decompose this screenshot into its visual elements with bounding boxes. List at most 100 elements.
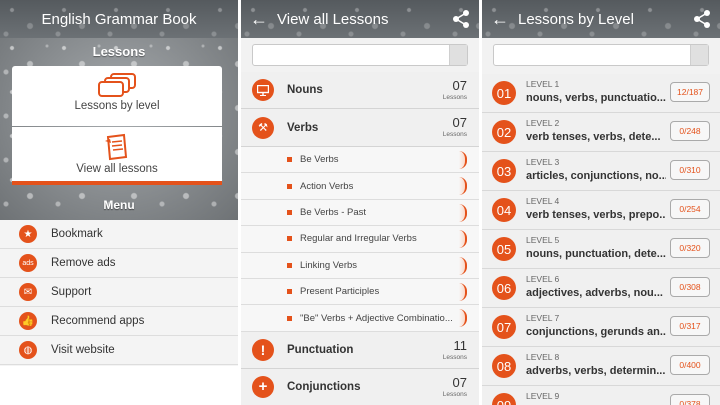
bullet-icon bbox=[287, 289, 292, 295]
share-icon[interactable] bbox=[451, 9, 471, 29]
bullet-icon bbox=[287, 236, 292, 242]
sublesson-name: Be Verbs - Past bbox=[300, 206, 367, 218]
level-row[interactable]: 07 LEVEL 7 conjunctions, gerunds an... 0/31… bbox=[482, 308, 720, 347]
sublesson-row[interactable]: Present Participles bbox=[241, 278, 479, 306]
search-button[interactable] bbox=[690, 45, 708, 65]
level-topics: adverbs, verbs, determin... bbox=[526, 365, 666, 377]
bullet-icon bbox=[287, 209, 292, 215]
sublesson-row[interactable]: Regular and Irregular Verbs bbox=[241, 226, 479, 253]
lessons-by-level-card[interactable]: Lessons by level bbox=[12, 66, 222, 126]
level-row[interactable]: 04 LEVEL 4 verb tenses, verbs, prepo... 0/2… bbox=[482, 191, 720, 230]
globe-icon: ◍ bbox=[19, 341, 37, 359]
level-tag: LEVEL 1 bbox=[526, 79, 560, 89]
sublesson-row[interactable]: Action Verbs bbox=[241, 173, 479, 200]
lesson-name: Nouns bbox=[287, 84, 323, 96]
level-progress: 0/320 bbox=[670, 238, 710, 258]
level-progress: 0/400 bbox=[670, 355, 710, 375]
lesson-row-nouns[interactable]: Nouns 07 Lessons bbox=[241, 72, 479, 109]
chevron-tab-icon bbox=[459, 230, 467, 249]
bullet-icon bbox=[287, 262, 292, 268]
home-screen: English Grammar Book Lessons Lessons by … bbox=[0, 0, 238, 405]
menu-item-label: Support bbox=[51, 286, 92, 298]
level-number: 02 bbox=[492, 120, 516, 144]
document-icon bbox=[105, 133, 128, 161]
lesson-count: 11 bbox=[453, 337, 468, 353]
sublesson-name: Present Participles bbox=[300, 286, 380, 298]
level-row[interactable]: 08 LEVEL 8 adverbs, verbs, determin... 0/40… bbox=[482, 347, 720, 386]
view-all-lessons-screen: ← View all Lessons Nouns 07 Lessons ⚒ Ver… bbox=[241, 0, 479, 405]
level-topics: conjunctions, gerunds an... bbox=[526, 326, 666, 338]
chevron-tab-icon bbox=[459, 282, 467, 301]
menu-item-label: Remove ads bbox=[51, 257, 116, 269]
level-tag: LEVEL 2 bbox=[526, 118, 560, 128]
home-menu: ★ Bookmark ads Remove ads ✉ Support 👍 Re… bbox=[0, 220, 238, 365]
level-row[interactable]: 06 LEVEL 6 adjectives, adverbs, nou... 0/30… bbox=[482, 269, 720, 308]
sublesson-row[interactable]: Be Verbs - Past bbox=[241, 199, 479, 227]
menu-item-recommend-apps[interactable]: 👍 Recommend apps bbox=[0, 307, 238, 336]
menu-item-visit-website[interactable]: ◍ Visit website bbox=[0, 336, 238, 365]
level-tag: LEVEL 4 bbox=[526, 196, 560, 206]
level-number: 05 bbox=[492, 237, 516, 261]
sublesson-name: "Be" Verbs + Adjective Combinatio... bbox=[300, 312, 453, 324]
back-arrow-icon[interactable]: ← bbox=[482, 0, 518, 38]
level-progress: 0/317 bbox=[670, 316, 710, 336]
level-row[interactable]: 03 LEVEL 3 articles, conjunctions, no... 0/… bbox=[482, 152, 720, 191]
lesson-count: 07 bbox=[452, 78, 467, 93]
level-topics: nouns, punctuation, dete... bbox=[526, 248, 666, 260]
search-button[interactable] bbox=[449, 45, 467, 65]
menu-item-remove-ads[interactable]: ads Remove ads bbox=[0, 249, 238, 278]
menu-item-label: Bookmark bbox=[51, 228, 103, 240]
sublesson-row[interactable]: Be Verbs bbox=[241, 147, 479, 174]
all-lessons-topbar: ← View all Lessons bbox=[241, 0, 479, 38]
level-progress: 0/310 bbox=[670, 160, 710, 180]
lesson-row-punctuation[interactable]: ! Punctuation 11 Lessons bbox=[241, 331, 479, 369]
exclamation-icon: ! bbox=[252, 338, 274, 361]
ads-icon: ads bbox=[19, 254, 37, 272]
level-row[interactable]: 09 LEVEL 9 0/378 bbox=[482, 386, 720, 405]
lesson-name: Conjunctions bbox=[287, 380, 361, 393]
level-tag: LEVEL 7 bbox=[526, 313, 560, 323]
level-number: 08 bbox=[492, 354, 516, 378]
lessons-by-level-screen: ← Lessons by Level 01 LEVEL 1 nouns, verbs… bbox=[482, 0, 720, 405]
lesson-name: Punctuation bbox=[287, 343, 354, 356]
level-topics: verb tenses, verbs, prepo... bbox=[526, 209, 666, 221]
search-input[interactable] bbox=[252, 44, 468, 66]
sublesson-name: Be Verbs bbox=[300, 154, 339, 166]
view-all-lessons-label: View all lessons bbox=[76, 163, 158, 175]
level-progress: 0/378 bbox=[670, 394, 710, 405]
chevron-tab-icon bbox=[459, 309, 467, 328]
level-row[interactable]: 05 LEVEL 5 nouns, punctuation, dete... 0/32… bbox=[482, 230, 720, 269]
level-tag: LEVEL 9 bbox=[526, 391, 560, 401]
share-icon[interactable] bbox=[692, 9, 712, 29]
level-row[interactable]: 02 LEVEL 2 verb tenses, verbs, dete... 0/24… bbox=[482, 113, 720, 152]
level-number: 03 bbox=[492, 159, 516, 183]
bullet-icon bbox=[287, 183, 292, 189]
menu-item-label: Visit website bbox=[51, 344, 115, 356]
lesson-row-verbs[interactable]: ⚒ Verbs 07 Lessons bbox=[241, 109, 479, 147]
back-arrow-icon[interactable]: ← bbox=[241, 0, 277, 38]
stacked-cards-icon bbox=[98, 73, 136, 97]
lessons-label: Lessons bbox=[442, 353, 467, 361]
sublesson-row[interactable]: Linking Verbs bbox=[241, 252, 479, 279]
level-number: 07 bbox=[492, 315, 516, 339]
lesson-row-conjunctions[interactable]: + Conjunctions 07 Lessons bbox=[241, 368, 479, 405]
sublesson-row[interactable]: "Be" Verbs + Adjective Combinatio... bbox=[241, 305, 479, 332]
sublesson-name: Linking Verbs bbox=[300, 259, 358, 271]
sublesson-name: Regular and Irregular Verbs bbox=[300, 233, 417, 245]
view-all-lessons-card[interactable]: View all lessons bbox=[12, 127, 222, 185]
chevron-tab-icon bbox=[459, 177, 467, 196]
level-number: 09 bbox=[492, 393, 516, 405]
home-topbar: English Grammar Book bbox=[0, 0, 238, 38]
menu-item-support[interactable]: ✉ Support bbox=[0, 278, 238, 307]
chevron-tab-icon bbox=[459, 256, 467, 275]
plus-icon: + bbox=[252, 375, 274, 398]
level-progress: 0/254 bbox=[670, 199, 710, 219]
menu-item-bookmark[interactable]: ★ Bookmark bbox=[0, 220, 238, 249]
lessons-label: Lessons bbox=[442, 94, 467, 101]
search-input[interactable] bbox=[493, 44, 709, 66]
level-number: 04 bbox=[492, 198, 516, 222]
screen-title: Lessons by Level bbox=[518, 10, 634, 28]
sublesson-name: Action Verbs bbox=[300, 180, 354, 192]
bullet-icon bbox=[287, 157, 292, 163]
level-row[interactable]: 01 LEVEL 1 nouns, verbs, punctuatio... 12/1… bbox=[482, 74, 720, 113]
